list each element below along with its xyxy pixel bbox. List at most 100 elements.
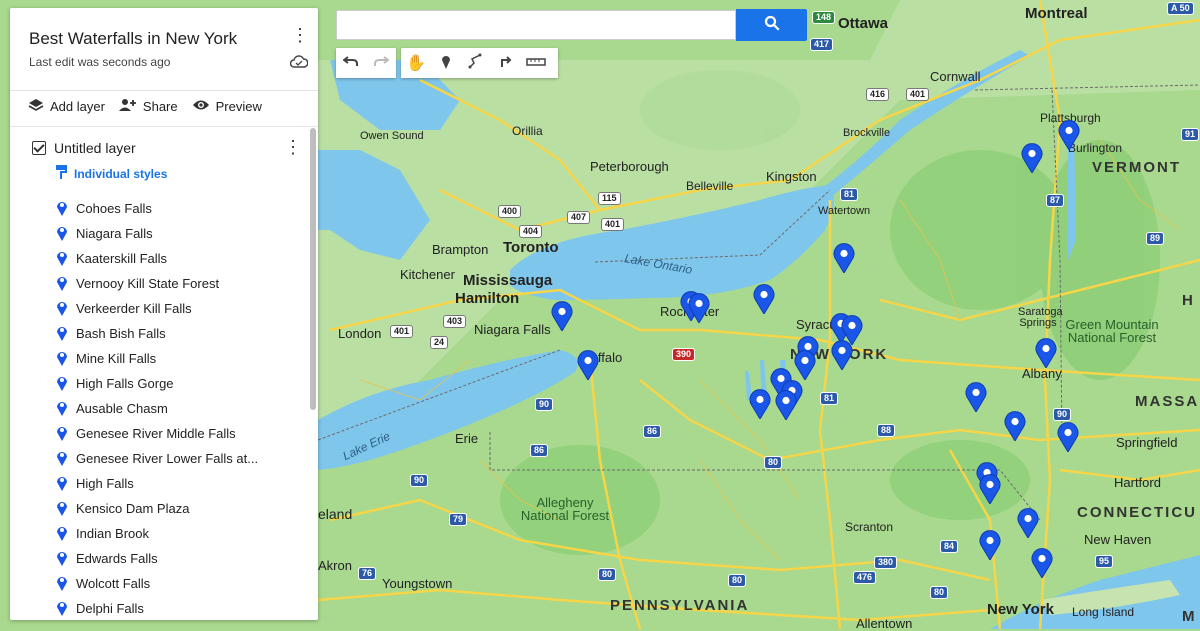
map-pin[interactable] <box>1058 120 1080 151</box>
list-item[interactable]: Indian Brook <box>56 521 258 546</box>
pan-tool-button[interactable]: ✋ <box>401 48 431 78</box>
place-name: Genesee River Middle Falls <box>76 426 236 441</box>
map-pin[interactable] <box>775 390 797 421</box>
map-pin[interactable] <box>979 474 1001 505</box>
preview-button[interactable]: Preview <box>192 98 262 115</box>
search-input[interactable] <box>336 10 736 40</box>
directions-icon <box>499 54 513 73</box>
divider <box>10 90 318 91</box>
list-item[interactable]: High Falls <box>56 471 258 496</box>
map-pin[interactable] <box>1057 422 1079 453</box>
highway-shield: 401 <box>906 88 930 101</box>
label-brockville: Brockville <box>843 127 891 139</box>
layer-name[interactable]: Untitled layer <box>54 140 136 156</box>
list-item[interactable]: Genesee River Lower Falls at... <box>56 446 258 471</box>
highway-shield: 401 <box>390 325 414 338</box>
marker-icon <box>441 53 451 74</box>
map-pin[interactable] <box>833 243 855 274</box>
map-pin[interactable] <box>1031 548 1053 579</box>
layer-header: Untitled layer <box>32 140 136 156</box>
paint-roller-icon <box>56 165 68 182</box>
undo-button[interactable] <box>336 48 366 78</box>
label-green-mountain: Green Mountain National Forest <box>1065 317 1159 345</box>
highway-shield: 95 <box>1095 555 1114 568</box>
individual-styles-label: Individual styles <box>74 166 168 181</box>
place-name: Ausable Chasm <box>76 401 168 416</box>
measure-button[interactable] <box>521 48 551 78</box>
search-button[interactable] <box>736 9 807 41</box>
label-pennsylvania: PENNSYLVANIA <box>610 597 750 614</box>
place-name: Wolcott Falls <box>76 576 151 591</box>
label-new-york-city: New York <box>987 601 1054 618</box>
label-allentown: Allentown <box>856 616 913 631</box>
list-item[interactable]: Wolcott Falls <box>56 571 258 596</box>
list-item[interactable]: Genesee River Middle Falls <box>56 421 258 446</box>
panel-scrollbar[interactable] <box>310 128 316 410</box>
place-marker-icon <box>56 249 68 269</box>
map-pin[interactable] <box>577 350 599 381</box>
undo-icon <box>342 54 359 73</box>
map-pin[interactable] <box>688 293 710 324</box>
place-marker-icon <box>56 374 68 394</box>
map-pin[interactable] <box>965 382 987 413</box>
label-allegheny: Allegheny National Forest <box>520 495 610 523</box>
add-layer-button[interactable]: Add layer <box>28 98 105 115</box>
map-pin[interactable] <box>551 301 573 332</box>
place-name: Genesee River Lower Falls at... <box>76 451 259 466</box>
label-albany: Albany <box>1022 366 1062 381</box>
label-vermont: VERMONT <box>1092 159 1181 176</box>
more-vert-icon: ⋮ <box>291 25 309 45</box>
place-list: Cohoes Falls Niagara Falls Kaaterskill Fal… <box>56 196 258 620</box>
place-name: Niagara Falls <box>76 226 153 241</box>
map-pin[interactable] <box>979 530 1001 561</box>
place-name: Mine Kill Falls <box>76 351 157 366</box>
share-label: Share <box>142 99 178 114</box>
layer-options-button[interactable]: ⋮ <box>281 136 305 160</box>
map-pin[interactable] <box>794 350 816 381</box>
place-name: Bash Bish Falls <box>76 326 166 341</box>
map-title[interactable]: Best Waterfalls in New York <box>29 29 237 49</box>
list-item[interactable]: Kensico Dam Plaza <box>56 496 258 521</box>
map-pin[interactable] <box>1035 338 1057 369</box>
add-marker-button[interactable] <box>431 48 461 78</box>
list-item[interactable]: Ausable Chasm <box>56 396 258 421</box>
highway-shield: 80 <box>598 568 617 581</box>
label-orillia: Orillia <box>512 124 543 138</box>
place-name: High Falls <box>76 476 134 491</box>
highway-shield: 417 <box>810 38 834 51</box>
list-item[interactable]: Edwards Falls <box>56 546 258 571</box>
list-item[interactable]: Bash Bish Falls <box>56 321 258 346</box>
list-item[interactable]: Cohoes Falls <box>56 196 258 221</box>
highway-shield: 80 <box>764 456 783 469</box>
highway-shield: 87 <box>1046 194 1065 207</box>
list-item[interactable]: Verkeerder Kill Falls <box>56 296 258 321</box>
list-item[interactable]: Niagara Falls <box>56 221 258 246</box>
place-marker-icon <box>56 474 68 494</box>
list-item[interactable]: Vernooy Kill State Forest <box>56 271 258 296</box>
highway-shield: 476 <box>853 571 877 584</box>
map-options-button[interactable]: ⋮ <box>288 24 312 48</box>
highway-shield: 390 <box>672 348 696 361</box>
redo-button[interactable] <box>366 48 396 78</box>
highway-shield: 81 <box>820 392 839 405</box>
map-pin[interactable] <box>1004 411 1026 442</box>
highway-shield: 115 <box>598 192 621 205</box>
list-item[interactable]: Mine Kill Falls <box>56 346 258 371</box>
map-pin[interactable] <box>749 389 771 420</box>
label-niagara-falls: Niagara Falls <box>474 322 551 337</box>
map-pin[interactable] <box>1021 143 1043 174</box>
label-long-island: Long Island <box>1072 605 1135 619</box>
list-item[interactable]: Kaaterskill Falls <box>56 246 258 271</box>
list-item[interactable]: Delphi Falls <box>56 596 258 620</box>
share-button[interactable]: Share <box>118 98 178 115</box>
map-pin[interactable] <box>831 340 853 371</box>
place-name: Indian Brook <box>76 526 149 541</box>
map-pin[interactable] <box>1017 508 1039 539</box>
draw-line-button[interactable] <box>461 48 491 78</box>
map-pin[interactable] <box>753 284 775 315</box>
layer-visibility-checkbox[interactable] <box>32 141 46 155</box>
directions-button[interactable] <box>491 48 521 78</box>
list-item[interactable]: High Falls Gorge <box>56 371 258 396</box>
hand-icon: ✋ <box>406 55 426 72</box>
individual-styles-link[interactable]: Individual styles <box>56 165 167 182</box>
